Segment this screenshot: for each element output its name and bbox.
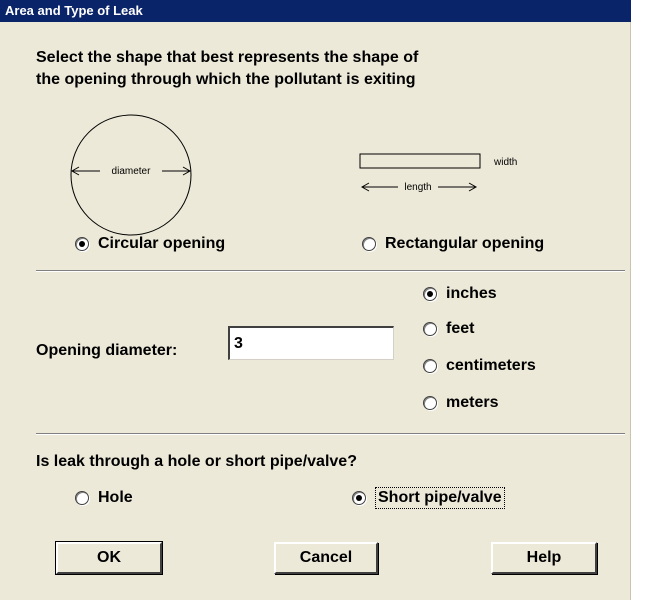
hole-radio[interactable]: Hole — [75, 489, 133, 507]
shape-prompt: Select the shape that best represents th… — [36, 47, 596, 91]
unit-label-centimeters: centimeters — [446, 357, 536, 374]
unit-radio-centimeters[interactable]: centimeters — [423, 357, 536, 375]
separator-1 — [36, 270, 625, 272]
width-label: width — [493, 157, 517, 168]
length-label: length — [404, 182, 431, 193]
unit-label-feet: feet — [446, 320, 475, 337]
opening-diameter-input[interactable] — [228, 326, 394, 360]
unit-radio-inches-indicator[interactable] — [423, 287, 437, 301]
rectangle-outline — [359, 153, 481, 169]
hole-radio-indicator[interactable] — [75, 491, 89, 505]
rectangular-opening-figure: width length — [359, 153, 517, 193]
short-pipe-valve-radio[interactable]: Short pipe/valve — [352, 487, 505, 509]
shape-prompt-line-2: the opening through which the pollutant … — [36, 71, 416, 88]
diameter-label: diameter — [112, 166, 152, 177]
short-pipe-valve-label: Short pipe/valve — [375, 487, 505, 509]
ok-button[interactable]: OK — [55, 541, 163, 575]
unit-radio-centimeters-indicator[interactable] — [423, 359, 437, 373]
shape-prompt-line-1: Select the shape that best represents th… — [36, 49, 419, 66]
circular-opening-radio-indicator[interactable] — [75, 237, 89, 251]
leak-type-question: Is leak through a hole or short pipe/val… — [36, 453, 357, 470]
cancel-button[interactable]: Cancel — [274, 542, 378, 574]
rectangular-opening-radio-indicator[interactable] — [362, 237, 376, 251]
rectangular-opening-radio[interactable]: Rectangular opening — [362, 235, 544, 253]
dialog-title-bar[interactable]: Area and Type of Leak — [0, 0, 631, 22]
circular-opening-figure: diameter — [70, 114, 192, 236]
unit-label-inches: inches — [446, 285, 497, 302]
circular-opening-radio[interactable]: Circular opening — [75, 235, 225, 253]
unit-radio-feet-indicator[interactable] — [423, 322, 437, 336]
opening-diameter-label: Opening diameter: — [36, 342, 178, 359]
unit-radio-meters-indicator[interactable] — [423, 396, 437, 410]
separator-2 — [36, 433, 625, 435]
unit-label-meters: meters — [446, 394, 499, 411]
circular-opening-label: Circular opening — [98, 235, 226, 252]
help-button[interactable]: Help — [491, 542, 597, 574]
unit-radio-inches[interactable]: inches — [423, 285, 497, 303]
rectangular-opening-label: Rectangular opening — [385, 235, 545, 252]
unit-radio-meters[interactable]: meters — [423, 394, 498, 412]
hole-label: Hole — [98, 489, 133, 506]
unit-radio-feet[interactable]: feet — [423, 320, 474, 338]
short-pipe-valve-radio-indicator[interactable] — [352, 491, 366, 505]
dialog-window: Area and Type of Leak Select the shape t… — [0, 0, 631, 600]
